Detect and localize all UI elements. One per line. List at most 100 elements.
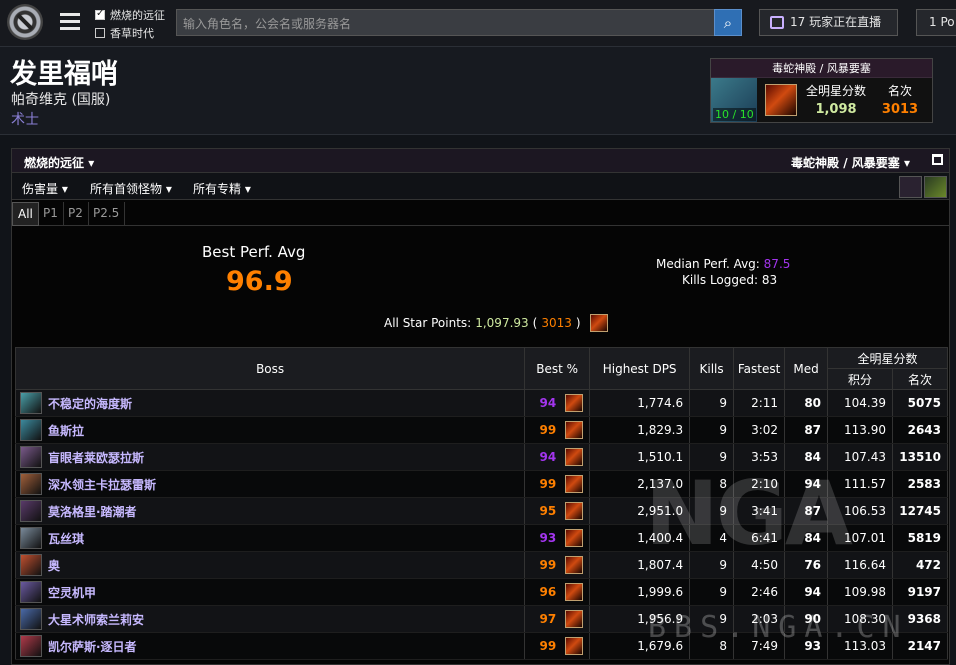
boss-name[interactable]: 莫洛格里·踏潮者: [48, 503, 137, 520]
boss-icon: [20, 473, 42, 495]
header-dps[interactable]: Highest DPS: [589, 347, 691, 390]
boss-icon: [20, 554, 42, 576]
header-points[interactable]: 积分: [827, 368, 893, 390]
median-perf: Median Perf. Avg: 87.5: [656, 257, 791, 271]
checkbox-checked-icon[interactable]: [95, 8, 105, 20]
boss-cell[interactable]: 瓦丝琪: [14, 524, 526, 552]
boss-cell[interactable]: 不稳定的海度斯: [14, 389, 526, 417]
character-server[interactable]: 帕奇维克 (国服): [11, 89, 110, 109]
phase-tabs: All P1 P2 P2.5: [12, 200, 949, 226]
option-vanilla[interactable]: 香草时代: [95, 25, 154, 41]
boss-name[interactable]: 不稳定的海度斯: [48, 395, 132, 412]
boss-name[interactable]: 盲眼者莱欧瑟拉斯: [48, 449, 144, 466]
boss-filter-dropdown[interactable]: 所有首领怪物 ▾: [90, 180, 172, 197]
boss-name[interactable]: 瓦丝琪: [48, 530, 84, 547]
menu-icon[interactable]: [60, 13, 80, 30]
boss-name[interactable]: 鱼斯拉: [48, 422, 84, 439]
boss-cell[interactable]: 空灵机甲: [14, 578, 526, 606]
median-cell: 87: [784, 416, 829, 444]
boss-name[interactable]: 大星术师索兰莉安: [48, 611, 144, 628]
raid-icon[interactable]: [899, 176, 922, 198]
best-cell: 99: [524, 416, 591, 444]
destruction-spec-icon: [565, 529, 584, 547]
points-cell: 109.98: [827, 578, 893, 606]
points-label: 全明星分数: [805, 84, 866, 98]
boss-icon: [20, 581, 42, 603]
boss-cell[interactable]: 凯尔萨斯·逐日者: [14, 632, 526, 660]
kills-cell: 9: [689, 416, 735, 444]
boss-name[interactable]: 空灵机甲: [48, 584, 96, 601]
boss-icon: [20, 527, 42, 549]
popular-button[interactable]: 1 Po: [916, 9, 956, 36]
destruction-spec-icon: [565, 637, 584, 655]
tab-p1[interactable]: P1: [38, 202, 64, 226]
checkbox-unchecked-icon[interactable]: [95, 28, 105, 38]
boss-cell[interactable]: 深水领主卡拉瑟雷斯: [14, 470, 526, 498]
destruction-spec-icon: [565, 448, 584, 466]
best-cell: 99: [524, 551, 591, 579]
site-logo-icon[interactable]: [7, 4, 43, 40]
tab-p2-5[interactable]: P2.5: [88, 202, 126, 226]
character-header: 发里福哨 帕奇维克 (国服) 术士 毒蛇神殿 / 风暴要塞 10 / 10 全明…: [0, 47, 956, 135]
watermark-logo: NGA: [645, 462, 853, 565]
tab-all[interactable]: All: [12, 202, 39, 226]
header-kills[interactable]: Kills: [689, 347, 735, 390]
twitch-live-button[interactable]: 17 玩家正在直播: [759, 9, 898, 36]
zone-kills: 10 / 10: [713, 108, 756, 121]
search-icon: ⌕: [723, 14, 733, 32]
boss-cell[interactable]: 莫洛格里·踏潮者: [14, 497, 526, 525]
header-best[interactable]: Best %: [524, 347, 591, 390]
panel-header: 燃烧的远征 ▾ 毒蛇神殿 / 风暴要塞 ▾: [12, 149, 949, 173]
best-percent: 99: [539, 638, 557, 653]
boss-cell[interactable]: 大星术师索兰莉安: [14, 605, 526, 633]
dps-cell: 1,774.6: [589, 389, 691, 417]
kills-cell: 9: [689, 389, 735, 417]
destruction-spec-icon: [565, 421, 584, 439]
points-cell: 113.90: [827, 416, 893, 444]
zone-dropdown[interactable]: 毒蛇神殿 / 风暴要塞 ▾: [791, 154, 910, 171]
destruction-spec-icon: [565, 394, 584, 412]
header-fastest[interactable]: Fastest: [733, 347, 786, 390]
header-allstar: 全明星分数: [827, 347, 948, 369]
option-label: 燃烧的远征: [110, 9, 165, 22]
filter-bar: 伤害量 ▾ 所有首领怪物 ▾ 所有专精 ▾: [12, 173, 949, 200]
search-input[interactable]: 输入角色名，公会名或服务器名: [176, 9, 715, 36]
destruction-spec-icon: [565, 502, 584, 520]
table-row[interactable]: 不稳定的海度斯 94 1,774.6 9 2:11 80 104.39 5075: [14, 389, 949, 417]
fastest-cell: 2:11: [733, 389, 786, 417]
boss-name[interactable]: 奥: [48, 557, 60, 574]
table-row[interactable]: 鱼斯拉 99 1,829.3 9 3:02 87 113.90 2643: [14, 416, 949, 444]
summary-section: Best Perf. Avg 96.9 Median Perf. Avg: 87…: [12, 226, 949, 344]
boss-icon: [20, 608, 42, 630]
table-row[interactable]: 空灵机甲 96 1,999.6 9 2:46 94 109.98 9197: [14, 578, 949, 606]
rank-cell: 2583: [891, 470, 949, 498]
header-med[interactable]: Med: [784, 347, 829, 390]
best-percent: 95: [539, 503, 557, 518]
header-rank[interactable]: 名次: [891, 368, 949, 390]
key-icon[interactable]: [924, 176, 947, 198]
median-cell: 80: [784, 389, 829, 417]
expansion-dropdown[interactable]: 燃烧的远征 ▾: [24, 154, 94, 171]
best-percent: 99: [539, 557, 557, 572]
boss-cell[interactable]: 盲眼者莱欧瑟拉斯: [14, 443, 526, 471]
boss-cell[interactable]: 鱼斯拉: [14, 416, 526, 444]
header-boss[interactable]: Boss: [14, 347, 526, 390]
points-cell: 104.39: [827, 389, 893, 417]
points-value: 1,098: [815, 102, 857, 117]
rank-cell: 9197: [891, 578, 949, 606]
search-button[interactable]: ⌕: [714, 9, 742, 36]
spec-filter-dropdown[interactable]: 所有专精 ▾: [193, 180, 251, 197]
maximize-icon[interactable]: [932, 154, 943, 165]
destruction-spec-icon: [565, 556, 584, 574]
metric-dropdown[interactable]: 伤害量 ▾: [22, 180, 68, 197]
best-perf-label: Best Perf. Avg: [202, 243, 306, 261]
best-perf-value: 96.9: [226, 266, 293, 297]
boss-cell[interactable]: 奥: [14, 551, 526, 579]
boss-name[interactable]: 凯尔萨斯·逐日者: [48, 638, 137, 655]
rank-zone-title: 毒蛇神殿 / 风暴要塞: [711, 59, 932, 78]
best-percent: 94: [539, 395, 557, 410]
tab-p2[interactable]: P2: [63, 202, 89, 226]
boss-name[interactable]: 深水领主卡拉瑟雷斯: [48, 476, 156, 493]
boss-icon: [20, 446, 42, 468]
option-burning-crusade[interactable]: 燃烧的远征: [95, 7, 165, 23]
